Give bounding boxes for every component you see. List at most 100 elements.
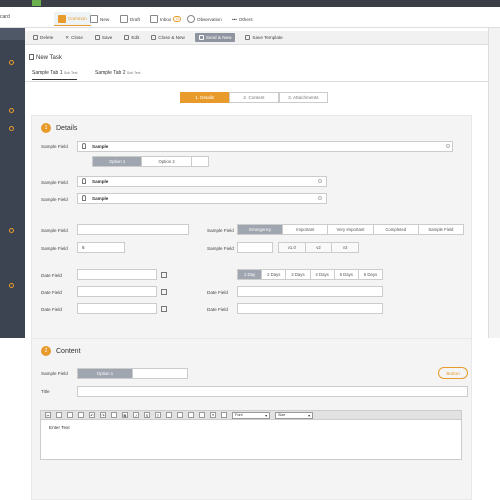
nav-item-draft[interactable]: Draft [120, 12, 140, 26]
tab-sample-2[interactable]: Sample Tab 2 Sub Text [95, 70, 140, 76]
sample-field-7[interactable] [237, 242, 273, 253]
priority-very-important[interactable]: Very Important [328, 225, 374, 234]
right-sidebar [488, 28, 500, 338]
sidebar-dot-icon[interactable] [9, 60, 14, 65]
delete-button[interactable]: Delete [31, 33, 55, 42]
sidebar-dot-icon[interactable] [9, 228, 14, 233]
nav-item-inbox[interactable]: Inbox 10 [150, 12, 182, 26]
content-option-empty[interactable] [133, 369, 187, 378]
nav-item-common[interactable]: Common [54, 12, 91, 26]
calendar-icon[interactable] [161, 289, 167, 295]
copy-icon[interactable] [56, 412, 62, 418]
save-template-button[interactable]: Save Template [243, 33, 284, 42]
date-field-1[interactable] [77, 269, 157, 280]
sample-button[interactable]: Button [438, 367, 468, 379]
edit-button[interactable]: Edit [122, 33, 141, 42]
sample-field-5[interactable]: 6 [77, 242, 125, 253]
sidebar-dot-icon[interactable] [9, 126, 14, 131]
editor-toolbar: ✂ ↶ ↷ B I S T ❝ Font ▾ Size ▾ [40, 410, 462, 420]
step-attachments[interactable]: 3. Attachments [278, 92, 328, 103]
date-field-3[interactable] [77, 303, 157, 314]
page-title: New Task [36, 55, 62, 61]
days-2[interactable]: 2 Days [262, 270, 287, 279]
close-new-icon [151, 35, 157, 40]
version-1[interactable]: v1.0 [279, 243, 306, 252]
cut-icon[interactable]: ✂ [45, 412, 51, 418]
date-field-2[interactable] [77, 286, 157, 297]
app-logo [32, 0, 41, 6]
content-option-1[interactable]: Option 1 [78, 369, 133, 378]
glasses-icon [187, 15, 195, 23]
edit-icon [124, 35, 130, 40]
version-toggle: v1.0 v2 v3 [278, 242, 359, 253]
font-select[interactable]: Font ▾ [232, 411, 270, 419]
close-button[interactable]: ✕ Close [63, 33, 85, 42]
calendar-icon[interactable] [161, 272, 167, 278]
title-input[interactable] [77, 386, 468, 397]
quote-icon[interactable]: ❝ [210, 412, 216, 418]
sidebar-dot-icon[interactable] [9, 108, 14, 113]
italic-icon[interactable]: I [133, 412, 139, 418]
option-2[interactable]: Option 2 [142, 157, 192, 166]
nav-item-others[interactable]: ••• Others [232, 12, 253, 26]
close-new-button[interactable]: Close & New [149, 33, 187, 42]
version-3[interactable]: v3 [332, 243, 358, 252]
clear-icon[interactable] [318, 196, 322, 200]
nav-item-observation[interactable]: Observation [187, 12, 222, 26]
undo-icon[interactable]: ↶ [89, 412, 95, 418]
align-icon[interactable] [221, 412, 227, 418]
source-icon[interactable] [111, 412, 117, 418]
paste-icon[interactable] [67, 412, 73, 418]
size-select[interactable]: Size ▾ [275, 411, 313, 419]
date-field-5[interactable] [237, 303, 383, 314]
step-details[interactable]: 1. Details [180, 92, 230, 103]
bold-icon[interactable]: B [122, 412, 128, 418]
left-sidebar-header [0, 28, 25, 40]
version-2[interactable]: v2 [306, 243, 333, 252]
nav-item-new[interactable]: New [90, 12, 109, 26]
save-button[interactable]: Save [93, 33, 114, 42]
date-field-4[interactable] [237, 286, 383, 297]
sample-field-4[interactable] [77, 224, 189, 235]
option-1[interactable]: Option 1 [93, 157, 143, 166]
ordered-list-icon[interactable] [166, 412, 172, 418]
step-content[interactable]: 2. Content [229, 92, 279, 103]
sample-field-3[interactable]: Sample [77, 193, 327, 204]
content-header: 2 Content [41, 346, 81, 356]
priority-important[interactable]: Important [283, 225, 329, 234]
send-new-button[interactable]: Send & New [194, 33, 236, 42]
priority-toggle: Emergency Important Very Important Compl… [237, 224, 464, 235]
days-6[interactable]: 6 Days [359, 270, 382, 279]
save-icon [94, 35, 100, 40]
days-3[interactable]: 3 Days [286, 270, 311, 279]
redo-icon[interactable]: ↷ [100, 412, 106, 418]
sidebar-dot-icon[interactable] [9, 283, 14, 288]
details-panel: 1 Details Sample Field Sample Option 1 Op… [31, 115, 472, 372]
clear-icon[interactable] [446, 144, 450, 148]
nav-left-label[interactable]: card [0, 14, 22, 20]
tab-sample-1[interactable]: Sample Tab 1 Sub Text [32, 70, 78, 80]
sample-field-2[interactable]: Sample [77, 176, 327, 187]
priority-sample[interactable]: Sample Field [419, 225, 463, 234]
inbox-icon [150, 15, 158, 23]
strike-icon[interactable]: S [144, 412, 150, 418]
priority-emergency[interactable]: Emergency [238, 225, 284, 234]
details-header: 1 Details [41, 123, 77, 133]
days-5[interactable]: 5 Days [335, 270, 359, 279]
sample-field-1[interactable]: Sample [77, 141, 453, 152]
rich-text-editor[interactable]: Enter Text [40, 420, 462, 460]
box-icon [58, 14, 66, 23]
clear-icon[interactable] [318, 179, 322, 183]
days-1[interactable]: 1 Day [238, 270, 263, 279]
indent-icon[interactable] [199, 412, 205, 418]
paste-text-icon[interactable] [78, 412, 84, 418]
outdent-icon[interactable] [188, 412, 194, 418]
priority-completed[interactable]: Completed [374, 225, 419, 234]
clear-format-icon[interactable]: T [155, 412, 161, 418]
calendar-icon[interactable] [161, 306, 167, 312]
days-4[interactable]: 4 Days [311, 270, 335, 279]
bullet-list-icon[interactable] [177, 412, 183, 418]
content-option-toggle: Option 1 [77, 368, 188, 379]
main-content: New Task Sample Tab 1 Sub Text Sample Ta… [25, 45, 488, 500]
option-empty[interactable] [192, 157, 208, 166]
